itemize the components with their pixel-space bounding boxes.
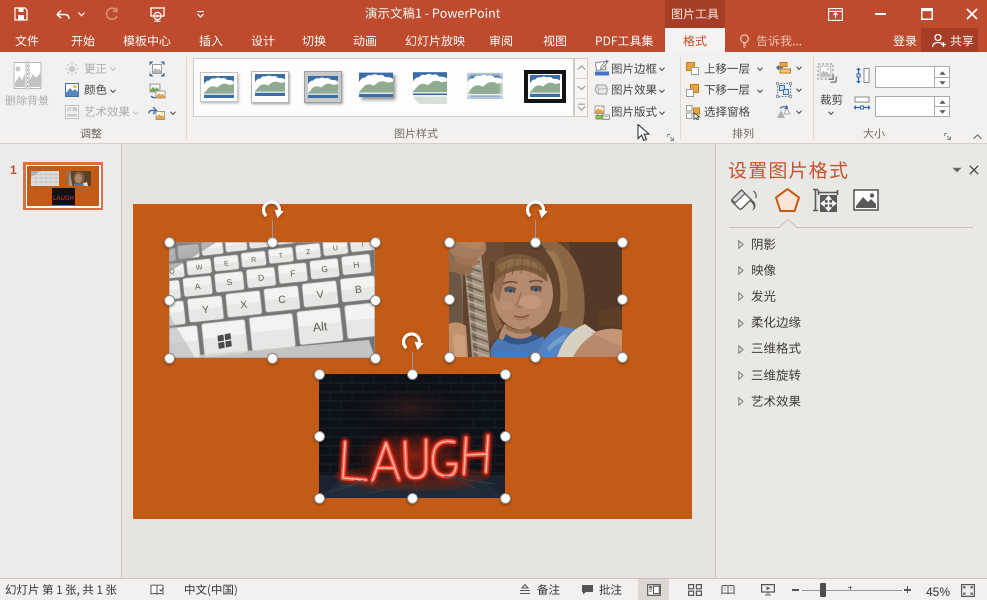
svg-text:D: D	[258, 272, 265, 283]
svg-text:V: V	[316, 289, 324, 302]
svg-text:F: F	[290, 268, 296, 278]
svg-text:G: G	[321, 264, 329, 275]
svg-text:X: X	[240, 299, 248, 312]
svg-text:B: B	[354, 284, 362, 297]
svg-text:W: W	[196, 264, 204, 272]
svg-text:H: H	[353, 259, 360, 270]
svg-text:LAUGH: LAUGH	[53, 196, 74, 202]
svg-text:U: U	[333, 245, 339, 252]
svg-text:R: R	[251, 257, 257, 264]
svg-text:Alt: Alt	[312, 319, 328, 335]
svg-text:Y: Y	[202, 304, 210, 317]
